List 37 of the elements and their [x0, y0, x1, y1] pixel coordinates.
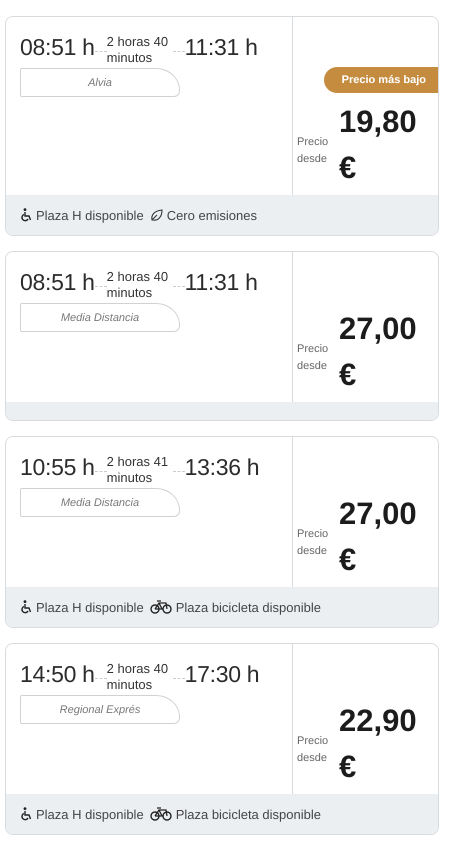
train-type-tag: Media Distancia: [20, 488, 180, 517]
feature-label: Plaza H disponible: [36, 600, 144, 614]
train-type-tag: Alvia: [20, 68, 180, 97]
departure-time: 10:55 h: [20, 453, 95, 481]
price-label: Precio desde: [297, 135, 330, 167]
trip-duration: 2 horas 41 minutos: [106, 454, 170, 486]
wheelchair-icon: [20, 600, 32, 614]
feature-label: Cero emisiones: [166, 208, 258, 222]
bicycle-icon: [150, 600, 172, 614]
departure-time: 08:51 h: [20, 33, 95, 61]
arrival-time: 17:30 h: [184, 660, 260, 688]
price: 27,00 €: [339, 310, 418, 394]
feature-label: Plaza H disponible: [36, 208, 144, 222]
trip-duration: 2 horas 40 minutos: [106, 34, 170, 66]
price: 27,00 €: [339, 495, 418, 579]
departure-time: 14:50 h: [20, 660, 95, 688]
feature-label: Plaza H disponible: [36, 806, 144, 822]
departure-time: 08:51 h: [20, 268, 95, 296]
leaf-icon: [150, 208, 163, 222]
trip-duration: 2 horas 40 minutos: [106, 269, 170, 301]
trip-duration: 2 horas 40 minutos: [106, 661, 170, 693]
arrival-time: 13:36 h: [184, 453, 260, 481]
arrival-time: 11:31 h: [184, 268, 258, 296]
price-label: Precio desde: [297, 342, 330, 374]
price-label: Precio desde: [297, 734, 330, 766]
feature-label: Plaza bicicleta disponible: [176, 806, 321, 822]
price: 22,90 €: [339, 702, 418, 786]
price: 19,80 €: [339, 103, 418, 187]
wheelchair-icon: [20, 807, 32, 821]
train-type-tag: Regional Exprés: [20, 695, 180, 724]
price-label: Precio desde: [297, 527, 330, 559]
lowest-price-badge: Precio más bajo: [324, 67, 438, 93]
train-type-tag: Media Distancia: [20, 303, 180, 332]
bicycle-icon: [150, 807, 172, 821]
feature-label: Plaza bicicleta disponible: [176, 600, 321, 614]
arrival-time: 11:31 h: [184, 33, 258, 61]
wheelchair-icon: [20, 208, 32, 222]
